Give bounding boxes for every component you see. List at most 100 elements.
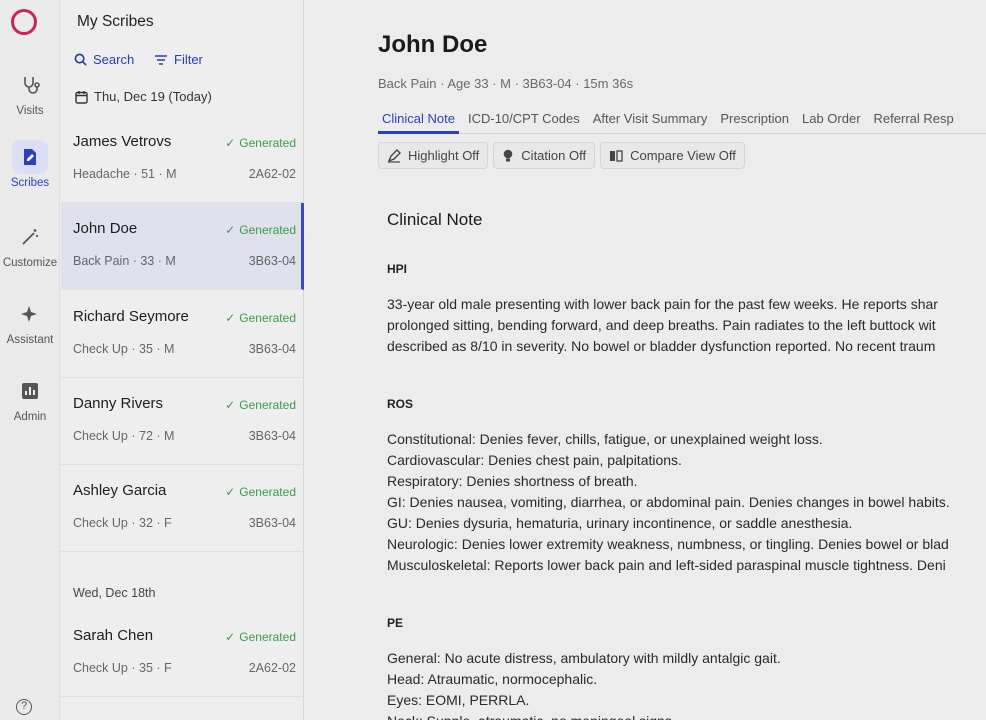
citation-toggle[interactable]: Citation Off xyxy=(493,142,596,169)
compare-view-toggle[interactable]: Compare View Off xyxy=(600,142,745,169)
highlighter-icon xyxy=(387,148,401,163)
calendar-icon xyxy=(75,90,88,104)
visit-code: 3B63-04 xyxy=(248,342,296,356)
scribe-card[interactable]: Sarah Chen ✓ Generated Check Up · 35 · F … xyxy=(61,610,304,697)
patient-meta: Back Pain · Age 33 · M · 3B63-04 · 15m 3… xyxy=(378,76,634,91)
tab-referral[interactable]: Referral Resp xyxy=(870,109,958,131)
status-badge: ✓ Generated xyxy=(225,311,296,325)
visit-code: 3B63-04 xyxy=(248,429,296,443)
visit-code: 2A62-02 xyxy=(248,661,296,675)
stethoscope-icon xyxy=(12,68,48,102)
text-line: Musculoskeletal: Reports lower back pain… xyxy=(387,557,946,573)
text-line: Neurologic: Denies lower extremity weakn… xyxy=(387,536,949,552)
tab-codes[interactable]: ICD-10/CPT Codes xyxy=(464,109,584,131)
rail-item-admin[interactable]: Admin xyxy=(0,374,60,430)
ros-text: Constitutional: Denies fever, chills, fa… xyxy=(387,429,950,576)
tab-bar: Clinical Note ICD-10/CPT Codes After Visit… xyxy=(378,109,986,134)
check-icon: ✓ xyxy=(225,485,236,499)
highlight-toggle[interactable]: Highlight Off xyxy=(378,142,489,169)
toggle-label: Highlight Off xyxy=(408,148,480,163)
note-title: Clinical Note xyxy=(387,210,483,229)
scribe-card[interactable]: Richard Seymore ✓ Generated Check Up · 35… xyxy=(61,291,304,378)
text-line: Cardiovascular: Denies chest pain, palpi… xyxy=(387,452,682,468)
status-badge: ✓ Generated xyxy=(225,136,296,150)
toggle-label: Citation Off xyxy=(521,148,587,163)
text-line: Neck: Supple, atraumatic, no meningeal s… xyxy=(387,711,781,720)
check-icon: ✓ xyxy=(225,311,236,325)
status-badge: ✓ Generated xyxy=(225,398,296,412)
rail-item-scribes[interactable]: Scribes xyxy=(0,140,60,196)
tab-prescription[interactable]: Prescription xyxy=(716,109,793,131)
app-logo[interactable] xyxy=(11,9,37,35)
scribe-card[interactable]: Ashley Garcia ✓ Generated Check Up · 32 ·… xyxy=(61,465,304,552)
nav-rail: Visits Scribes Customize Assistant Admin… xyxy=(0,0,60,720)
date-header-yesterday: Wed, Dec 18th xyxy=(73,586,156,600)
scribe-card[interactable]: James Vetrovs ✓ Generated Headache · 51 ·… xyxy=(61,116,304,203)
rail-label: Visits xyxy=(16,105,44,117)
filter-label: Filter xyxy=(174,52,203,67)
patient-name: Sarah Chen xyxy=(73,627,154,644)
status-text: Generated xyxy=(239,485,296,499)
list-title: My Scribes xyxy=(77,13,154,30)
search-icon xyxy=(74,53,87,66)
scribe-list-panel: My Scribes Search Filter Thu, Dec 19 (To… xyxy=(61,0,304,720)
toggle-label: Compare View Off xyxy=(630,148,736,163)
status-badge: ✓ Generated xyxy=(225,223,296,237)
patient-name: Danny Rivers xyxy=(73,395,164,412)
visit-summary: Check Up · 35 · M xyxy=(73,342,175,356)
date-header-today: Thu, Dec 19 (Today) xyxy=(75,89,212,104)
filter-icon xyxy=(155,54,167,65)
text-line: 33-year old male presenting with lower b… xyxy=(387,296,938,312)
chart-icon xyxy=(12,374,48,408)
check-icon: ✓ xyxy=(225,630,236,644)
document-pen-icon xyxy=(12,140,48,174)
tab-lab-order[interactable]: Lab Order xyxy=(798,109,865,131)
text-line: GI: Denies nausea, vomiting, diarrhea, o… xyxy=(387,494,950,510)
visit-summary: Check Up · 72 · M xyxy=(73,429,175,443)
check-icon: ✓ xyxy=(225,223,236,237)
section-heading-hpi: HPI xyxy=(387,262,408,276)
search-label: Search xyxy=(93,52,135,67)
scribe-card-selected[interactable]: John Doe ✓ Generated Back Pain · 33 · M 3… xyxy=(61,203,304,290)
filter-button[interactable]: Filter xyxy=(154,52,203,67)
text-line: Eyes: EOMI, PERRLA. xyxy=(387,692,530,708)
rail-label: Assistant xyxy=(6,334,54,346)
hpi-text: 33-year old male presenting with lower b… xyxy=(387,294,938,357)
status-badge: ✓ Generated xyxy=(225,630,296,644)
status-text: Generated xyxy=(239,398,296,412)
pe-text: General: No acute distress, ambulatory w… xyxy=(387,648,781,720)
sparkle-icon xyxy=(12,297,48,331)
tab-clinical-note[interactable]: Clinical Note xyxy=(378,109,459,134)
rail-label: Customize xyxy=(2,257,58,269)
status-text: Generated xyxy=(239,223,296,237)
compare-icon xyxy=(610,149,623,162)
text-line: Head: Atraumatic, normocephalic. xyxy=(387,671,598,687)
visit-summary: Back Pain · 33 · M xyxy=(73,254,176,268)
view-toggles: Highlight Off Citation Off Compare View … xyxy=(378,142,745,169)
text-line: Respiratory: Denies shortness of breath. xyxy=(387,473,638,489)
search-button[interactable]: Search xyxy=(74,52,134,67)
rail-item-visits[interactable]: Visits xyxy=(0,68,60,124)
lightbulb-icon xyxy=(503,149,513,161)
visit-summary: Check Up · 32 · F xyxy=(73,516,172,530)
text-line: prolonged sitting, bending forward, and … xyxy=(387,317,936,333)
help-icon[interactable]: ? xyxy=(16,699,32,715)
tab-after-visit-summary[interactable]: After Visit Summary xyxy=(589,109,712,131)
rail-item-customize[interactable]: Customize xyxy=(0,220,60,276)
visit-code: 3B63-04 xyxy=(248,516,296,530)
check-icon: ✓ xyxy=(225,398,236,412)
status-badge: ✓ Generated xyxy=(225,485,296,499)
patient-name: John Doe xyxy=(73,220,138,237)
visit-summary: Headache · 51 · M xyxy=(73,167,177,181)
page-title: John Doe xyxy=(378,31,488,58)
check-icon: ✓ xyxy=(225,136,236,150)
text-line: GU: Denies dysuria, hematuria, urinary i… xyxy=(387,515,853,531)
visit-summary: Check Up · 35 · F xyxy=(73,661,172,675)
rail-label: Admin xyxy=(13,411,47,423)
text-line: described as 8/10 in severity. No bowel … xyxy=(387,338,936,354)
scribe-card[interactable]: Danny Rivers ✓ Generated Check Up · 72 · … xyxy=(61,378,304,465)
patient-name: Ashley Garcia xyxy=(73,482,167,499)
visit-code: 2A62-02 xyxy=(248,167,296,181)
text-line: Constitutional: Denies fever, chills, fa… xyxy=(387,431,823,447)
rail-item-assistant[interactable]: Assistant xyxy=(0,297,60,353)
